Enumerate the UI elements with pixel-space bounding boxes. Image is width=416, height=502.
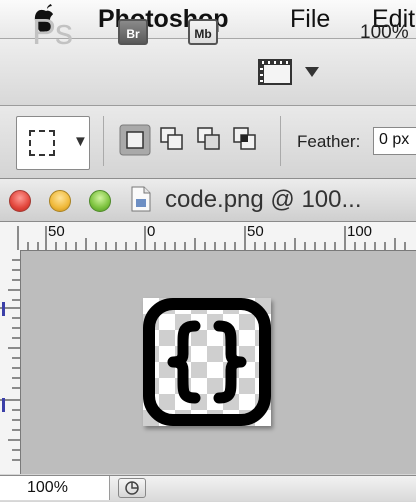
status-info-icon	[125, 481, 139, 495]
divider	[103, 116, 104, 166]
view-extras-button[interactable]	[258, 57, 294, 87]
chevron-down-icon[interactable]	[305, 67, 319, 77]
close-window-button[interactable]	[9, 190, 31, 212]
minimize-window-button[interactable]	[49, 190, 71, 212]
rectangular-marquee-icon	[29, 130, 55, 156]
subtract-from-selection-button[interactable]	[194, 124, 226, 156]
launch-bridge-button[interactable]: Br	[118, 19, 148, 45]
file-icon	[131, 186, 151, 212]
triangle-down-icon: ▼	[73, 133, 88, 150]
ruler-label: 100	[347, 223, 373, 240]
vertical-ruler-ticks	[0, 259, 20, 461]
document-title: code.png @ 100...	[165, 186, 362, 213]
feather-label: Feather:	[297, 132, 361, 151]
new-selection-button[interactable]	[119, 124, 151, 156]
app-zoom-level[interactable]: 100%	[360, 22, 409, 44]
launch-mini-bridge-button[interactable]: Mb	[188, 19, 218, 45]
menu-file[interactable]: File	[290, 2, 330, 36]
tool-preset-picker[interactable]: ▼	[16, 116, 90, 170]
document-info-button[interactable]	[118, 478, 146, 498]
intersect-selection-button[interactable]	[230, 124, 262, 156]
ruler-label: 50	[247, 223, 264, 240]
feather-input[interactable]: 0 px	[373, 127, 416, 155]
curly-braces-icon	[143, 298, 271, 426]
zoom-field[interactable]: 100%	[0, 476, 110, 500]
add-to-selection-button[interactable]	[157, 124, 189, 156]
divider	[280, 116, 281, 166]
ruler-label: 0	[147, 223, 156, 240]
photoshop-logo: Ps	[32, 11, 73, 52]
ruler-label: 50	[48, 223, 65, 240]
zoom-window-button[interactable]	[89, 190, 111, 212]
